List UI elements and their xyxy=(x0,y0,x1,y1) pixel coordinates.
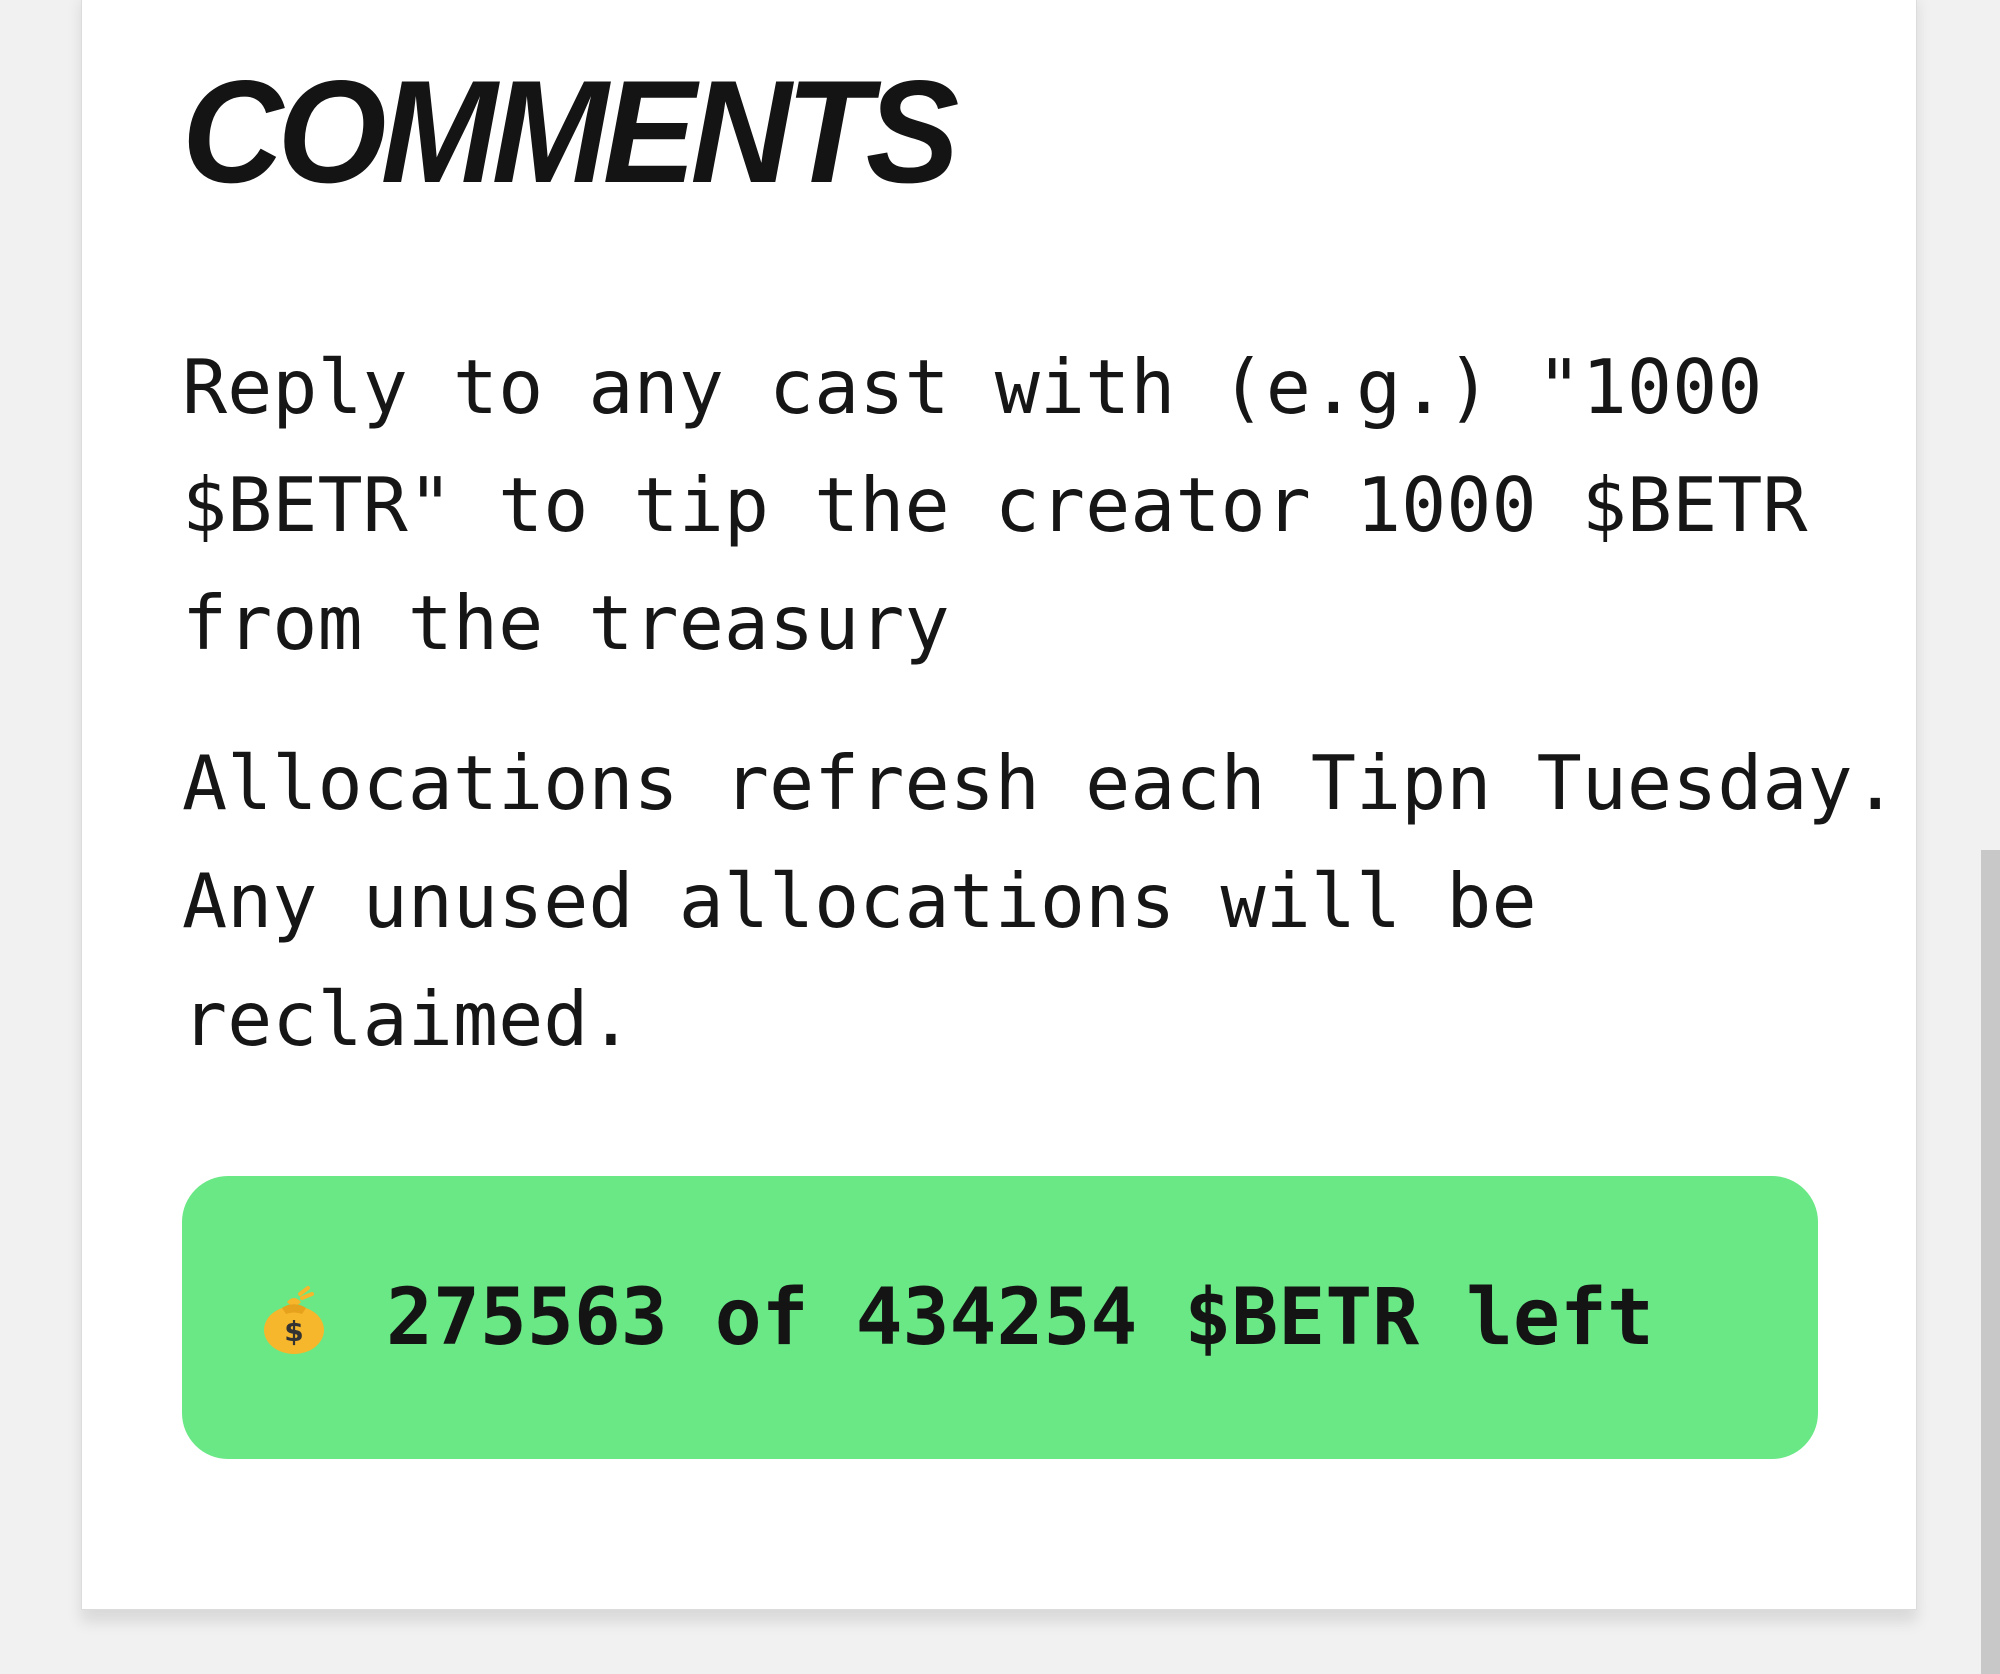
allocation-remaining-label: 275563 of 434254 $BETR left xyxy=(386,1272,1654,1363)
money-bag-icon: $ xyxy=(256,1280,332,1356)
comments-heading: COMMENTS xyxy=(182,50,959,213)
tip-instructions-text: Reply to any cast with (e.g.) "1000 $BET… xyxy=(182,343,1808,667)
page-scrollbar[interactable] xyxy=(1981,850,2000,1674)
comments-card: COMMENTS Reply to any cast with (e.g.) "… xyxy=(81,0,1917,1610)
allocation-refresh-text: Allocations refresh each Tipn Tuesday. A… xyxy=(182,739,1898,1063)
svg-text:$: $ xyxy=(284,1315,303,1348)
allocation-remaining-badge: $ 275563 of 434254 $BETR left xyxy=(182,1176,1818,1459)
